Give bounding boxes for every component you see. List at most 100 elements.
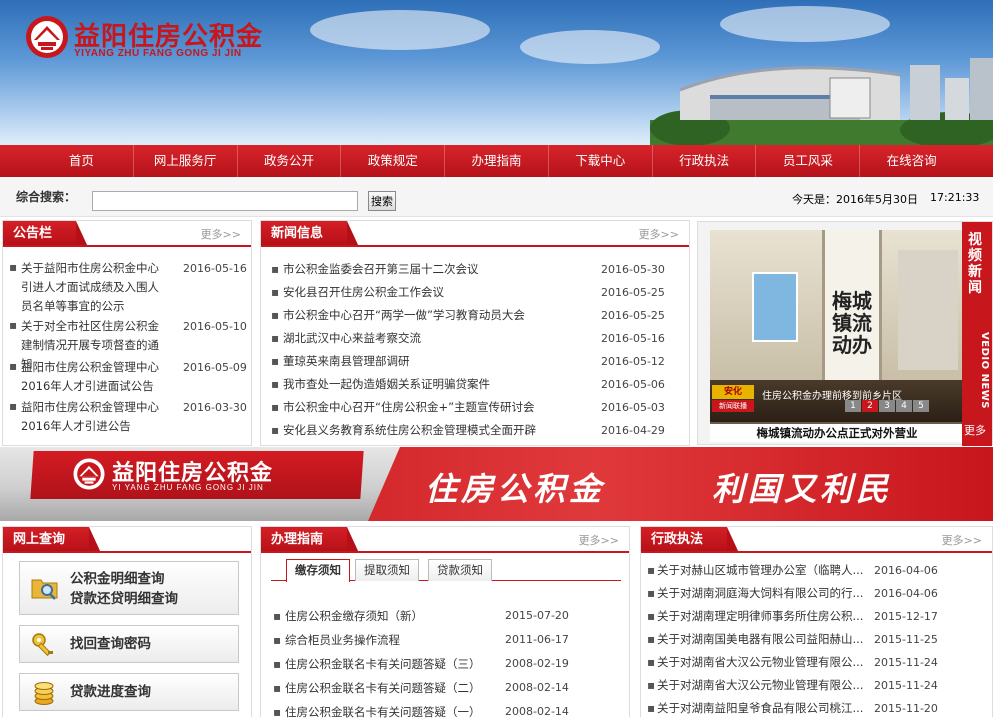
guide-item-text[interactable]: 住房公积金联名卡有关问题答疑（二） (273, 676, 493, 700)
guide-item[interactable]: ▪ 住房公积金联名卡有关问题答疑（二） 2008-02-14 (273, 676, 623, 700)
notice-item[interactable]: ▪ 关于对全市社区住房公积金建制情况开展专项督查的通知 2016-05-10 (9, 317, 247, 371)
notice-item-date: 2016-05-09 (183, 361, 247, 374)
news-item[interactable]: ▪ 安化县召开住房公积金工作会议 2016-05-25 (271, 281, 669, 304)
header-cloud (520, 30, 660, 64)
news-more-link[interactable]: 更多>> (639, 226, 679, 242)
law-item-text[interactable]: 关于对湖南洞庭海大饲料有限公司的行... (647, 582, 866, 605)
news-item-text[interactable]: 湖北武汉中心来益考察交流 (271, 327, 591, 350)
notice-panel: 公告栏 更多>> ▪ 关于益阳市住房公积金中心引进人才面试成绩及入围人员名单等事… (2, 220, 252, 446)
law-item-text[interactable]: 关于对赫山区城市管理办公室（临聘人... (647, 559, 866, 582)
notice-item-text[interactable]: 关于益阳市住房公积金中心引进人才面试成绩及入围人员名单等事宜的公示 (9, 259, 159, 316)
law-item-text[interactable]: 关于对湖南国美电器有限公司益阳赫山... (647, 628, 866, 651)
nav-guide[interactable]: 办理指南 (445, 145, 549, 177)
law-item[interactable]: ▪ 关于对湖南理定明律师事务所住房公积... 2015-12-17 (647, 605, 987, 628)
video-caption[interactable]: 梅城镇流动办公点正式对外营业 (710, 424, 964, 442)
law-item[interactable]: ▪ 关于对湖南洞庭海大饲料有限公司的行... 2016-04-06 (647, 582, 987, 605)
loan-progress-button[interactable]: 贷款进度查询 (19, 673, 239, 711)
notice-item[interactable]: ▪ 益阳市住房公积金管理中心2016年人才引进公告 2016-03-30 (9, 398, 247, 438)
law-item-text[interactable]: 关于对湖南理定明律师事务所住房公积... (647, 605, 866, 628)
video-player[interactable]: 梅城镇流动办 安化 新闻联播 住房公积金办理前移到前乡片区 1 2 3 4 5 … (710, 230, 964, 442)
guide-item-text[interactable]: 住房公积金联名卡有关问题答疑（三） (273, 652, 493, 676)
recover-password-button[interactable]: 找回查询密码 (19, 625, 239, 663)
search-input[interactable] (92, 191, 358, 211)
news-item-text[interactable]: 安化县召开住房公积金工作会议 (271, 281, 591, 304)
bullet-icon: ▪ (9, 260, 18, 274)
news-item-text[interactable]: 市公积金中心召开“住房公积金+”主题宣传研讨会 (271, 396, 591, 419)
video-page-button[interactable]: 3 (879, 400, 895, 412)
bullet-icon: ▪ (271, 285, 280, 299)
news-item[interactable]: ▪ 市公积金中心召开“两学一做”学习教育动员大会 2016-05-25 (271, 304, 669, 327)
logo-pinyin: YIYANG ZHU FANG GONG JI JIN (74, 48, 242, 59)
notice-item-text[interactable]: 益阳市住房公积金管理中心2016年人才引进公告 (9, 398, 159, 436)
law-item-date: 2015-11-24 (874, 656, 938, 669)
nav-enforcement[interactable]: 行政执法 (653, 145, 757, 177)
video-page-button[interactable]: 4 (896, 400, 912, 412)
nav-gov-affairs[interactable]: 政务公开 (238, 145, 342, 177)
news-item[interactable]: ▪ 我市查处一起伪造婚姻关系证明骗贷案件 2016-05-06 (271, 373, 669, 396)
guide-item-date: 2015-07-20 (505, 609, 569, 622)
news-item-text[interactable]: 我市查处一起伪造婚姻关系证明骗贷案件 (271, 373, 591, 396)
guide-item-text[interactable]: 住房公积金联名卡有关问题答疑（一） (273, 700, 493, 724)
site-logo[interactable]: 益阳住房公积金 YIYANG ZHU FANG GONG JI JIN (24, 14, 284, 64)
news-item-text[interactable]: 董琼英来南县管理部调研 (271, 350, 591, 373)
guide-item[interactable]: ▪ 住房公积金缴存须知（新） 2015-07-20 (273, 604, 623, 628)
notice-item[interactable]: ▪ 益阳市住房公积金管理中心2016年人才引进面试公告 2016-05-09 (9, 358, 247, 398)
header-cloud (310, 10, 490, 50)
guide-item[interactable]: ▪ 住房公积金联名卡有关问题答疑（一） 2008-02-14 (273, 700, 623, 724)
video-page-button[interactable]: 2 (862, 400, 878, 412)
law-item[interactable]: ▪ 关于对湖南省大汉公元物业管理有限公... 2015-11-24 (647, 674, 987, 697)
nav-home[interactable]: 首页 (30, 145, 134, 177)
nav-staff[interactable]: 员工风采 (756, 145, 861, 177)
nav-online-service[interactable]: 网上服务厅 (134, 145, 238, 177)
news-item-date: 2016-05-12 (601, 355, 665, 368)
notice-item-date: 2016-03-30 (183, 401, 247, 414)
news-item-text[interactable]: 市公积金监委会召开第三届十二次会议 (271, 258, 591, 281)
bullet-icon: ▪ (271, 354, 280, 368)
news-item-date: 2016-05-30 (601, 263, 665, 276)
law-item[interactable]: ▪ 关于对赫山区城市管理办公室（临聘人... 2016-04-06 (647, 559, 987, 582)
news-item-text[interactable]: 安化县义务教育系统住房公积金管理模式全面开辟 (271, 419, 591, 442)
bullet-icon: ▪ (647, 632, 656, 646)
bullet-icon: ▪ (273, 705, 282, 719)
news-item[interactable]: ▪ 湖北武汉中心来益考察交流 2016-05-16 (271, 327, 669, 350)
news-item-text[interactable]: 市公积金中心召开“两学一做”学习教育动员大会 (271, 304, 591, 327)
law-item[interactable]: ▪ 关于对湖南国美电器有限公司益阳赫山... 2015-11-25 (647, 628, 987, 651)
video-more-link[interactable]: 更多 (964, 422, 986, 438)
news-item[interactable]: ▪ 安化县义务教育系统住房公积金管理模式全面开辟 2016-04-29 (271, 419, 669, 442)
guide-item[interactable]: ▪ 住房公积金联名卡有关问题答疑（三） 2008-02-19 (273, 652, 623, 676)
guide-item-text[interactable]: 综合柜员业务操作流程 (273, 628, 493, 652)
law-item-date: 2015-11-25 (874, 633, 938, 646)
bullet-icon: ▪ (271, 331, 280, 345)
news-item[interactable]: ▪ 董琼英来南县管理部调研 2016-05-12 (271, 350, 669, 373)
search-button[interactable]: 搜索 (368, 191, 396, 211)
nav-consult[interactable]: 在线咨询 (860, 145, 963, 177)
law-item[interactable]: ▪ 关于对湖南省大汉公元物业管理有限公... 2015-11-24 (647, 651, 987, 674)
notice-item[interactable]: ▪ 关于益阳市住房公积金中心引进人才面试成绩及入围人员名单等事宜的公示 2016… (9, 259, 247, 317)
bullet-icon: ▪ (647, 609, 656, 623)
notice-item-text[interactable]: 益阳市住房公积金管理中心2016年人才引进面试公告 (9, 358, 159, 396)
law-item-text[interactable]: 关于对湖南省大汉公元物业管理有限公... (647, 651, 866, 674)
tab-deposit[interactable]: 缴存须知 (286, 559, 350, 582)
guide-tabs: 缴存须知 提取须知 贷款须知 (271, 559, 621, 582)
news-item[interactable]: ▪ 市公积金监委会召开第三届十二次会议 2016-05-30 (271, 258, 669, 281)
current-time: 17:21:33 (930, 191, 980, 204)
guide-item-text[interactable]: 住房公积金缴存须知（新） (273, 604, 493, 628)
notice-item-date: 2016-05-16 (183, 262, 247, 275)
news-item[interactable]: ▪ 市公积金中心召开“住房公积金+”主题宣传研讨会 2016-05-03 (271, 396, 669, 419)
law-item-date: 2015-11-24 (874, 679, 938, 692)
video-page-button[interactable]: 1 (845, 400, 861, 412)
video-news-tab[interactable]: 视频新闻 VEDIO NEWS 更多 (962, 222, 992, 446)
guide-more-link[interactable]: 更多>> (579, 532, 619, 548)
video-page-button[interactable]: 5 (913, 400, 929, 412)
law-item-text[interactable]: 关于对湖南省大汉公元物业管理有限公... (647, 674, 866, 697)
tab-withdraw[interactable]: 提取须知 (355, 559, 419, 581)
guide-title: 办理指南 (261, 527, 360, 553)
nav-download[interactable]: 下载中心 (549, 145, 653, 177)
nav-policy[interactable]: 政策规定 (341, 145, 446, 177)
video-poster (752, 272, 798, 342)
law-more-link[interactable]: 更多>> (942, 532, 982, 548)
tab-loan[interactable]: 贷款须知 (428, 559, 492, 581)
notice-more-link[interactable]: 更多>> (201, 226, 241, 242)
fund-detail-query-button[interactable]: 公积金明细查询 贷款还贷明细查询 (19, 561, 239, 615)
guide-item[interactable]: ▪ 综合柜员业务操作流程 2011-06-17 (273, 628, 623, 652)
